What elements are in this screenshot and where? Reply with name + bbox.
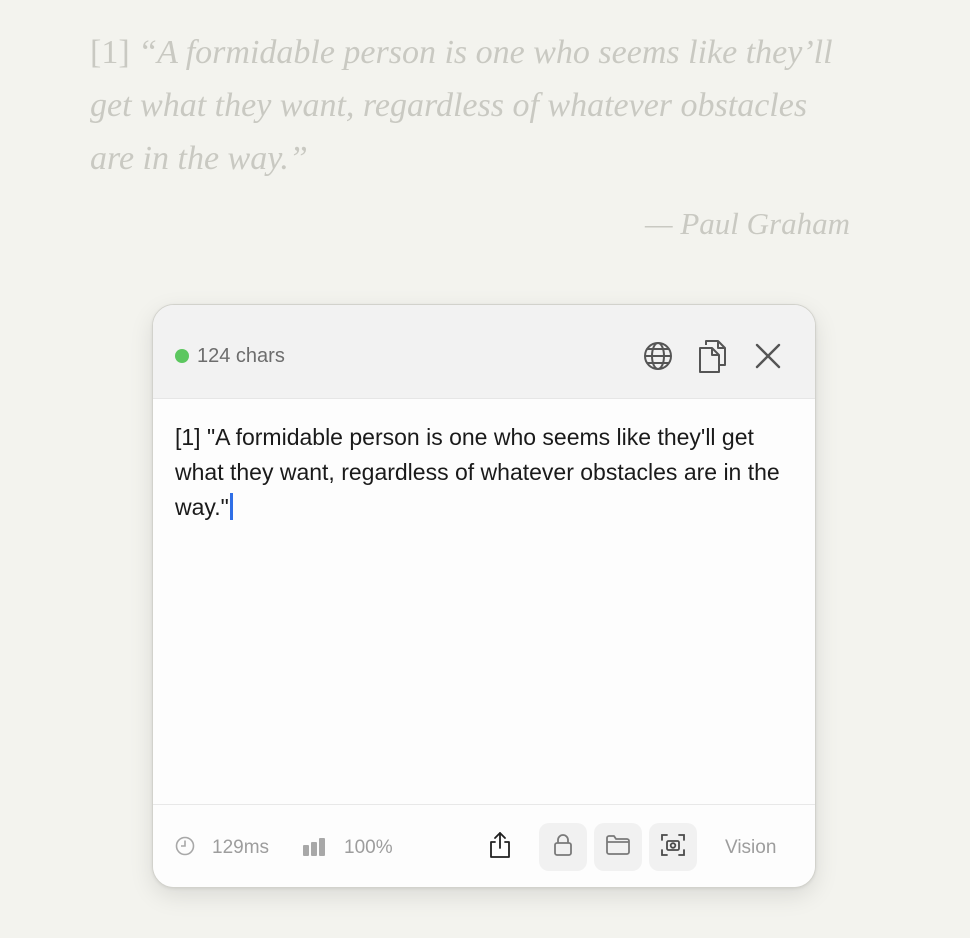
globe-icon	[642, 340, 674, 372]
share-icon	[488, 831, 512, 864]
folder-button[interactable]	[594, 823, 642, 871]
close-button[interactable]	[749, 337, 787, 375]
char-count: 124 chars	[197, 345, 285, 367]
background-quote: [1] “A formidable person is one who seem…	[90, 26, 850, 185]
clock-icon	[175, 836, 195, 856]
quote-reference: [1]	[90, 34, 139, 71]
translate-button[interactable]	[639, 337, 677, 375]
vision-mode-label[interactable]: Vision	[725, 837, 776, 859]
ocr-result-panel: 124 chars [1] "A formidable person is on…	[152, 304, 816, 888]
close-icon	[755, 343, 781, 369]
status-indicator	[175, 349, 189, 363]
quote-attribution: — Paul Graham	[645, 206, 850, 241]
screenshot-icon	[660, 833, 686, 862]
screenshot-button[interactable]	[649, 823, 697, 871]
confidence-bars-icon	[303, 838, 327, 856]
processing-time: 129ms	[212, 837, 270, 858]
quote-text: “A formidable person is one who seems li…	[90, 34, 833, 177]
share-button[interactable]	[476, 823, 524, 871]
panel-header: 124 chars	[153, 305, 815, 399]
lock-icon	[553, 833, 573, 862]
text-caret	[229, 493, 233, 520]
panel-footer: 129ms 100% Vision	[153, 804, 815, 887]
copy-button[interactable]	[694, 337, 732, 375]
folder-icon	[605, 834, 631, 861]
confidence-value: 100%	[344, 837, 393, 858]
copy-icon	[697, 338, 729, 374]
lock-button[interactable]	[539, 823, 587, 871]
recognized-text: [1] "A formidable person is one who seem…	[175, 424, 787, 520]
recognized-text-editor[interactable]: [1] "A formidable person is one who seem…	[175, 420, 795, 525]
